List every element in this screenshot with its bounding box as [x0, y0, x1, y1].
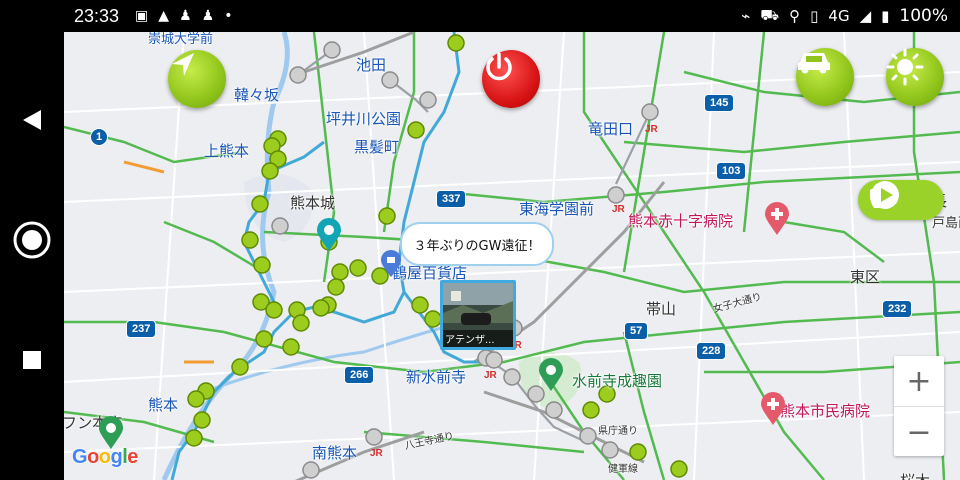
battery-level: 100% — [899, 6, 948, 26]
place-label-red-cross-hospital: 熊本赤十字病院 — [628, 212, 734, 230]
road-label: 健軍線 — [608, 464, 638, 475]
zoom-in-button[interactable]: + — [894, 356, 944, 407]
place-label: 崇城大学前 — [148, 32, 214, 47]
place-label-kumamoto-castle: 熊本城 — [290, 194, 336, 212]
trip-comment-bubble[interactable]: ３年ぶりのGW遠征！ — [400, 222, 554, 266]
station-label-tsuboigawa-park: 坪井川公園 — [326, 110, 402, 128]
notification-icons: ▣ ▲ ♟ ♟ • — [135, 8, 232, 24]
bubble-text: ３年ぶりのGW遠征！ — [413, 238, 541, 254]
brightness-button[interactable] — [886, 48, 944, 106]
station-label-kamikumamoto: 上熊本 — [204, 142, 250, 160]
car-bluetooth-icon: ⛟ — [760, 6, 780, 24]
station-label-kannabe: 韓々坂 — [234, 86, 280, 104]
gesture-play-toggle[interactable] — [858, 180, 944, 220]
svg-text:JR: JR — [484, 370, 498, 381]
station-label-ikeda: 池田 — [356, 56, 387, 74]
station-label-tokai-gakuenmae: 東海学園前 — [519, 200, 595, 218]
road-label: 県庁通り — [598, 426, 638, 437]
photo-thumbnail[interactable]: アテンザ... — [440, 280, 516, 350]
route-shield: 57 — [624, 322, 649, 340]
nfc-icon: ⌁ — [741, 7, 751, 25]
navigation-bar — [0, 32, 64, 480]
play-icon — [871, 181, 899, 209]
image-icon: ▣ — [135, 8, 149, 24]
compass-button[interactable] — [168, 50, 226, 108]
photo-caption: アテンザ... — [443, 330, 513, 347]
station-label-kumamoto: 熊本 — [148, 396, 179, 414]
route-shield: 232 — [882, 300, 913, 318]
route-shield: 1 — [90, 128, 109, 146]
station-label-tatsutaguchi: 竜田口 — [588, 120, 634, 138]
car-icon — [798, 53, 830, 74]
map-view[interactable]: JRJRJR JRJR 崇城大学前 池田 韓々坂 坪井川公園 上熊本 黒髪町 熊… — [64, 32, 960, 480]
place-label-city-hospital: 熊本市民病院 — [780, 402, 871, 420]
network-type: 4G — [828, 7, 850, 25]
place-label-obiyama: 帯山 — [646, 300, 677, 318]
zoom-controls: + − — [894, 356, 944, 456]
person-icon: ♟ — [179, 8, 192, 24]
sun-icon — [886, 48, 924, 86]
back-icon[interactable] — [12, 100, 52, 140]
power-icon — [486, 52, 512, 81]
place-label-suizenji-garden: 水前寺成趣園 — [572, 372, 663, 390]
status-right: ⌁ ⛟ ⚲ ▯ 4G ◢ ▮ 100% — [741, 6, 948, 26]
home-icon[interactable] — [12, 220, 52, 260]
svg-text:JR: JR — [645, 124, 659, 135]
warning-icon: ▲ — [158, 8, 170, 24]
dot-icon: • — [224, 8, 233, 24]
route-shield: 266 — [344, 366, 375, 384]
status-time: 23:33 — [74, 5, 120, 26]
station-label-kurokamimachi: 黒髪町 — [354, 138, 400, 156]
location-icon: ⚲ — [789, 7, 801, 25]
place-label-higashi-ku: 東区 — [850, 268, 881, 286]
power-button[interactable] — [482, 50, 540, 108]
route-shield: 145 — [704, 94, 735, 112]
route-shield: 228 — [696, 342, 727, 360]
svg-text:JR: JR — [370, 448, 384, 459]
route-shield: 103 — [716, 162, 747, 180]
station-label-shin-suizenji: 新水前寺 — [406, 368, 467, 386]
battery-icon: ▮ — [881, 7, 890, 25]
station-label-minami-kumamoto: 南熊本 — [312, 444, 358, 462]
google-logo: Google — [72, 446, 138, 468]
vibrate-icon: ▯ — [810, 7, 819, 25]
signal-icon: ◢ — [859, 7, 872, 25]
place-label-sakuragi: 桜木 — [900, 470, 930, 480]
svg-text:JR: JR — [612, 204, 626, 215]
recents-icon[interactable] — [12, 340, 52, 380]
navigation-arrow-icon — [172, 53, 194, 76]
drive-mode-button[interactable] — [796, 48, 854, 106]
person-icon: ♟ — [201, 8, 215, 24]
route-shield: 337 — [436, 190, 467, 208]
route-shield: 237 — [126, 320, 157, 338]
status-bar: 23:33 ▣ ▲ ♟ ♟ • ⌁ ⛟ ⚲ ▯ 4G ◢ ▮ 100% — [0, 0, 960, 32]
zoom-out-button[interactable]: − — [894, 407, 944, 457]
